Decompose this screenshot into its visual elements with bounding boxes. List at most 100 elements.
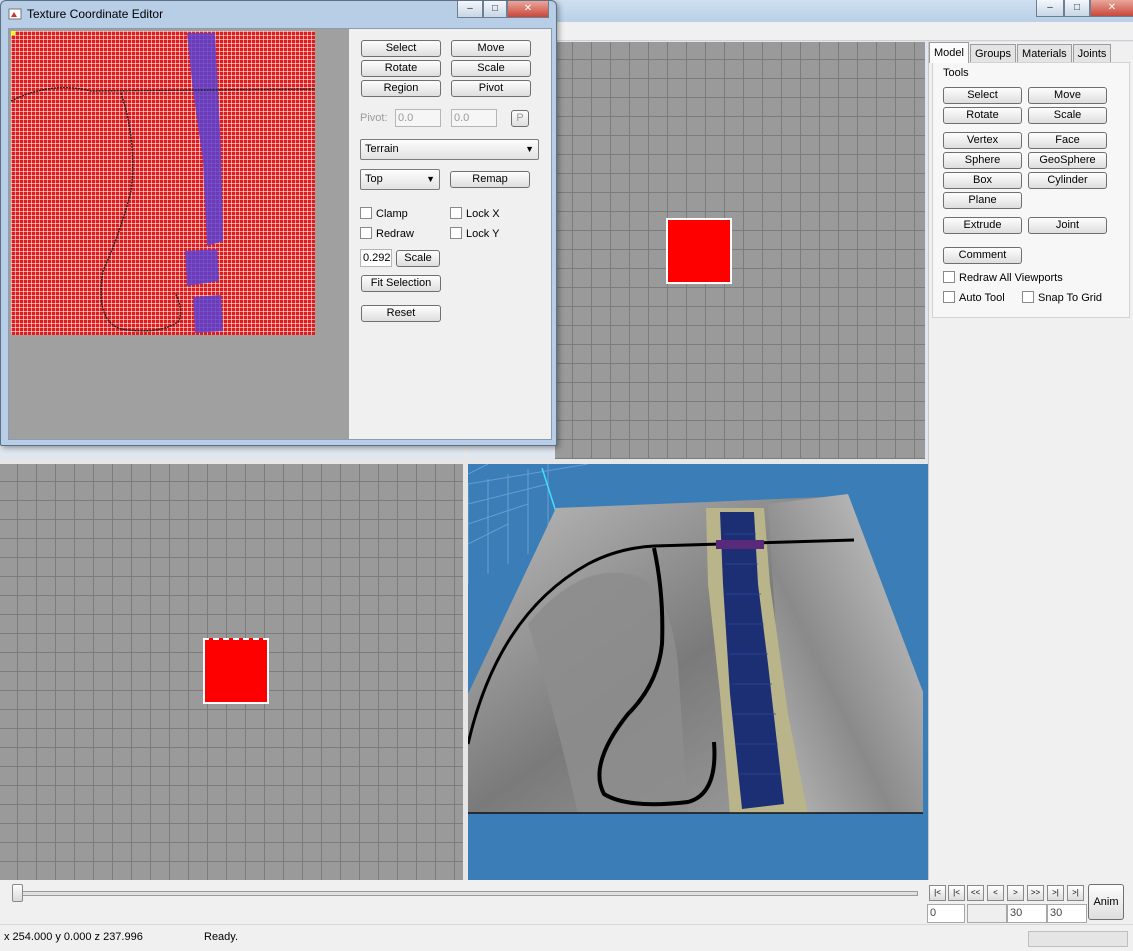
- panel-tabs: Model Groups Materials Joints: [929, 42, 1112, 63]
- material-dropdown-value: Terrain: [365, 143, 399, 155]
- texture-image: [10, 31, 318, 335]
- tab-joints[interactable]: Joints: [1072, 44, 1112, 63]
- projection-dropdown[interactable]: Top ▼: [360, 169, 440, 190]
- main-window-controls: – □ ✕: [1036, 0, 1133, 17]
- selected-object-square: [666, 218, 732, 284]
- tex-window-controls: – □ ✕: [457, 1, 549, 18]
- checkbox-box: [450, 207, 462, 219]
- tex-rotate-button[interactable]: Rotate: [361, 60, 441, 77]
- chevron-down-icon: ▼: [525, 144, 534, 154]
- texture-coordinate-editor-window[interactable]: Texture Coordinate Editor – □ ✕ Select M…: [0, 0, 557, 446]
- end-frame-field[interactable]: 30: [1047, 904, 1087, 923]
- fit-selection-button[interactable]: Fit Selection: [361, 275, 441, 292]
- remap-button[interactable]: Remap: [450, 171, 530, 188]
- auto-tool-label: Auto Tool: [959, 292, 1005, 304]
- start-frame-field[interactable]: 30: [1007, 904, 1047, 923]
- tools-group-label: Tools: [943, 67, 969, 79]
- auto-tool-checkbox[interactable]: Auto Tool: [943, 291, 1005, 305]
- scale-value-field[interactable]: 0.292: [360, 249, 392, 267]
- redraw-label: Redraw: [376, 228, 414, 240]
- tex-scale-button[interactable]: Scale: [451, 60, 531, 77]
- tex-maximize-button[interactable]: □: [483, 1, 507, 18]
- pivot-x-field[interactable]: 0.0: [395, 109, 441, 127]
- tool-cylinder-button[interactable]: Cylinder: [1028, 172, 1107, 189]
- terrain-3d-render: [468, 464, 928, 880]
- tool-comment-button[interactable]: Comment: [943, 247, 1022, 264]
- fast-forward-button[interactable]: >>: [1027, 885, 1044, 901]
- tex-move-button[interactable]: Move: [451, 40, 531, 57]
- checkbox-box: [943, 291, 955, 303]
- uv-canvas[interactable]: [9, 29, 349, 439]
- tool-geosphere-button[interactable]: GeoSphere: [1028, 152, 1107, 169]
- tex-region-button[interactable]: Region: [361, 80, 441, 97]
- clamp-checkbox[interactable]: Clamp: [360, 207, 408, 221]
- tool-vertex-button[interactable]: Vertex: [943, 132, 1022, 149]
- tex-close-button[interactable]: ✕: [507, 1, 549, 18]
- lock-y-checkbox[interactable]: Lock Y: [450, 227, 499, 241]
- viewport-3d-perspective[interactable]: [468, 464, 928, 880]
- status-message: Ready.: [204, 931, 239, 943]
- tool-joint-button[interactable]: Joint: [1028, 217, 1107, 234]
- tool-rotate-button[interactable]: Rotate: [943, 107, 1022, 124]
- uv-overlay: [10, 31, 318, 333]
- lock-x-checkbox[interactable]: Lock X: [450, 207, 500, 221]
- viewport-bottom-left[interactable]: [0, 464, 463, 880]
- next-frame-button[interactable]: >: [1007, 885, 1024, 901]
- pivot-label: Pivot:: [360, 112, 388, 124]
- clamp-label: Clamp: [376, 208, 408, 220]
- lock-y-label: Lock Y: [466, 228, 500, 240]
- main-close-button[interactable]: ✕: [1090, 0, 1133, 17]
- tex-pivot-button[interactable]: Pivot: [451, 80, 531, 97]
- current-frame-field[interactable]: 0: [927, 904, 965, 923]
- frame-slider-thumb[interactable]: [12, 884, 23, 902]
- chevron-down-icon: ▼: [426, 174, 435, 184]
- tab-materials[interactable]: Materials: [1017, 44, 1072, 63]
- lock-x-label: Lock X: [466, 208, 500, 220]
- tool-face-button[interactable]: Face: [1028, 132, 1107, 149]
- redraw-all-viewports-checkbox[interactable]: Redraw All Viewports: [943, 271, 1063, 285]
- pivot-y-field[interactable]: 0.0: [451, 109, 497, 127]
- selected-object-square: [203, 638, 269, 704]
- anim-mode-button[interactable]: Anim: [1088, 884, 1124, 920]
- main-maximize-button[interactable]: □: [1064, 0, 1090, 17]
- tab-model[interactable]: Model: [929, 42, 969, 63]
- prev-key-button[interactable]: |<: [948, 885, 965, 901]
- app-icon: [8, 8, 22, 20]
- tool-select-button[interactable]: Select: [943, 87, 1022, 104]
- snap-to-grid-checkbox[interactable]: Snap To Grid: [1022, 291, 1102, 305]
- next-key-button[interactable]: >|: [1047, 885, 1064, 901]
- tool-box-button[interactable]: Box: [943, 172, 1022, 189]
- material-dropdown[interactable]: Terrain ▼: [360, 139, 539, 160]
- redraw-all-viewports-label: Redraw All Viewports: [959, 272, 1063, 284]
- last-frame-button[interactable]: >|: [1067, 885, 1084, 901]
- viewport-top-right[interactable]: [555, 42, 925, 459]
- checkbox-box: [1022, 291, 1034, 303]
- pivot-p-button[interactable]: P: [511, 110, 529, 127]
- first-frame-button[interactable]: |<: [929, 885, 946, 901]
- main-minimize-button[interactable]: –: [1036, 0, 1064, 17]
- snap-to-grid-label: Snap To Grid: [1038, 292, 1103, 304]
- status-bar: x 254.000 y 0.000 z 237.996 Ready.: [0, 924, 1133, 951]
- checkbox-box: [360, 207, 372, 219]
- tool-sphere-button[interactable]: Sphere: [943, 152, 1022, 169]
- tools-groupbox: Tools Select Move Rotate Scale Vertex Fa…: [932, 62, 1130, 318]
- projection-dropdown-value: Top: [365, 173, 383, 185]
- tool-extrude-button[interactable]: Extrude: [943, 217, 1022, 234]
- tool-plane-button[interactable]: Plane: [943, 192, 1022, 209]
- checkbox-box: [450, 227, 462, 239]
- redraw-checkbox[interactable]: Redraw: [360, 227, 414, 241]
- rewind-button[interactable]: <<: [967, 885, 984, 901]
- scale-apply-button[interactable]: Scale: [396, 250, 440, 267]
- reset-button[interactable]: Reset: [361, 305, 441, 322]
- frame-slider-track[interactable]: [14, 891, 918, 896]
- tool-move-button[interactable]: Move: [1028, 87, 1107, 104]
- prev-frame-button[interactable]: <: [987, 885, 1004, 901]
- tab-groups[interactable]: Groups: [969, 44, 1017, 63]
- tex-minimize-button[interactable]: –: [457, 1, 483, 18]
- window-title: Texture Coordinate Editor: [27, 7, 164, 21]
- tex-select-button[interactable]: Select: [361, 40, 441, 57]
- status-progress-area: [1028, 931, 1128, 947]
- tool-scale-button[interactable]: Scale: [1028, 107, 1107, 124]
- cursor-coordinates: x 254.000 y 0.000 z 237.996: [4, 931, 143, 943]
- checkbox-box: [943, 271, 955, 283]
